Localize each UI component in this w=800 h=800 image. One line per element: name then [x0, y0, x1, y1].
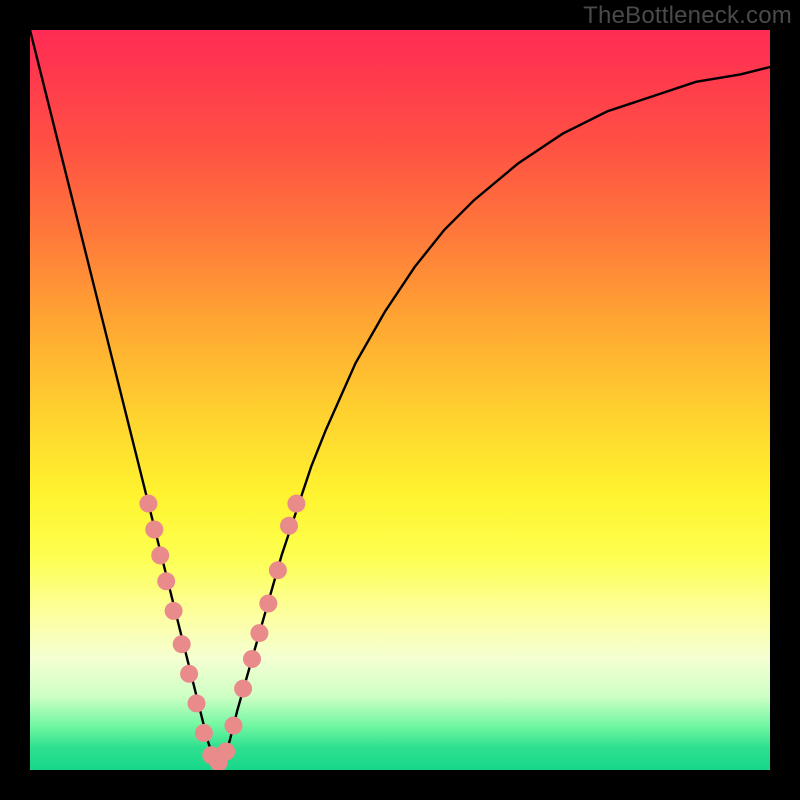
- watermark-text: TheBottleneck.com: [583, 2, 792, 30]
- data-point: [287, 495, 305, 513]
- data-point: [195, 724, 213, 742]
- chart-frame: TheBottleneck.com: [0, 0, 800, 800]
- data-point: [173, 635, 191, 653]
- data-point: [145, 521, 163, 539]
- data-point: [139, 495, 157, 513]
- marker-group: [139, 495, 305, 770]
- data-point: [250, 624, 268, 642]
- plot-area: [30, 30, 770, 770]
- data-point: [151, 546, 169, 564]
- data-point: [280, 517, 298, 535]
- data-point: [269, 561, 287, 579]
- data-point: [243, 650, 261, 668]
- data-point: [217, 743, 235, 761]
- bottleneck-curve: [30, 30, 770, 763]
- data-point: [165, 602, 183, 620]
- data-point: [188, 694, 206, 712]
- data-point: [234, 680, 252, 698]
- chart-overlay: [30, 30, 770, 770]
- data-point: [180, 665, 198, 683]
- data-point: [157, 572, 175, 590]
- data-point: [259, 595, 277, 613]
- data-point: [225, 717, 243, 735]
